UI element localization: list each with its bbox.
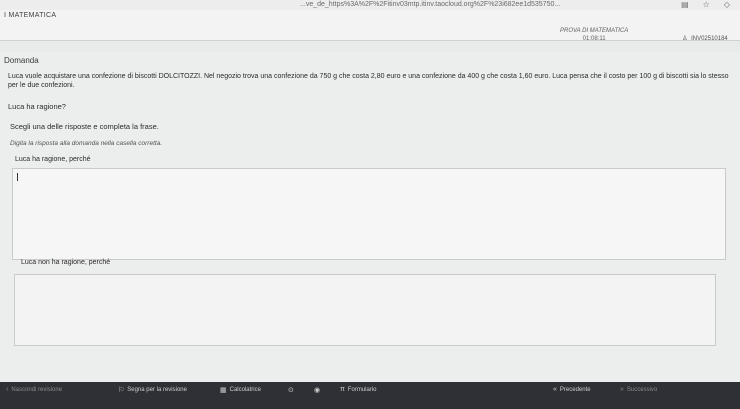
app-title: I MATEMATICA <box>4 12 57 19</box>
shield-icon[interactable]: ◇ <box>724 0 730 9</box>
mark-review-button[interactable]: ⚐ Segna per la revisione <box>118 386 187 394</box>
double-chevron-left-icon: « <box>553 386 557 393</box>
question-text: Luca vuole acquistare una confezione di … <box>8 73 729 89</box>
answer-yes-input[interactable] <box>12 168 726 260</box>
action-bar: ‹ Nascondi revisione ⚐ Segna per la revi… <box>0 382 740 409</box>
text-caret <box>17 173 18 181</box>
tool-button-1[interactable]: ⊙ <box>288 386 294 394</box>
answer-no-input[interactable] <box>14 274 716 346</box>
user-info: ♙ INV02510184 <box>682 35 728 42</box>
answer-no-label: Luca non ha ragione, perché <box>21 259 111 266</box>
answer-yes-label: Luca ha ragione, perché <box>15 156 91 163</box>
calculator-icon: ▦ <box>220 387 227 394</box>
user-code: INV02510184 <box>691 36 728 42</box>
person-icon: ♙ <box>682 36 688 42</box>
calculator-button[interactable]: ▦ Calcolatrice <box>220 386 261 394</box>
tool-button-2[interactable]: ◉ <box>314 386 320 394</box>
instruction-hint: Digita la risposta alla domanda nella ca… <box>10 140 163 147</box>
test-header: I MATEMATICA PROVA DI MATEMATICA 01:08:1… <box>0 10 740 43</box>
flag-icon: ⚐ <box>118 387 125 394</box>
pi-icon: π <box>340 386 345 393</box>
test-name: PROVA DI MATEMATICA <box>560 28 629 34</box>
question-area: Domanda Luca vuole acquistare una confez… <box>0 52 740 382</box>
instruction: Scegli una delle risposte e completa la … <box>10 122 159 131</box>
browser-address-bar[interactable]: ...ve_de_https%3A%2F%2Fitinv03mtp.itinv.… <box>0 0 740 10</box>
reader-mode-icon[interactable]: ▤ <box>681 0 689 9</box>
formulas-button[interactable]: π Formulario <box>340 386 377 393</box>
test-info: PROVA DI MATEMATICA 01:08:11 <box>560 27 628 43</box>
circle-tool-icon: ⊙ <box>288 387 294 394</box>
double-chevron-right-icon: » <box>620 386 624 393</box>
section-title: Domanda <box>4 56 39 65</box>
previous-button[interactable]: « Precedente <box>553 386 591 393</box>
star-icon[interactable]: ☆ <box>703 0 710 9</box>
chevron-left-icon: ‹ <box>6 386 9 393</box>
target-tool-icon: ◉ <box>314 387 321 394</box>
hide-review-button[interactable]: ‹ Nascondi revisione <box>6 386 62 393</box>
timer: 01:08:11 <box>582 36 606 42</box>
next-button[interactable]: » Successivo <box>620 386 657 393</box>
url-text[interactable]: ...ve_de_https%3A%2F%2Fitinv03mtp.itinv.… <box>300 1 560 8</box>
question-ask: Luca ha ragione? <box>8 102 66 111</box>
